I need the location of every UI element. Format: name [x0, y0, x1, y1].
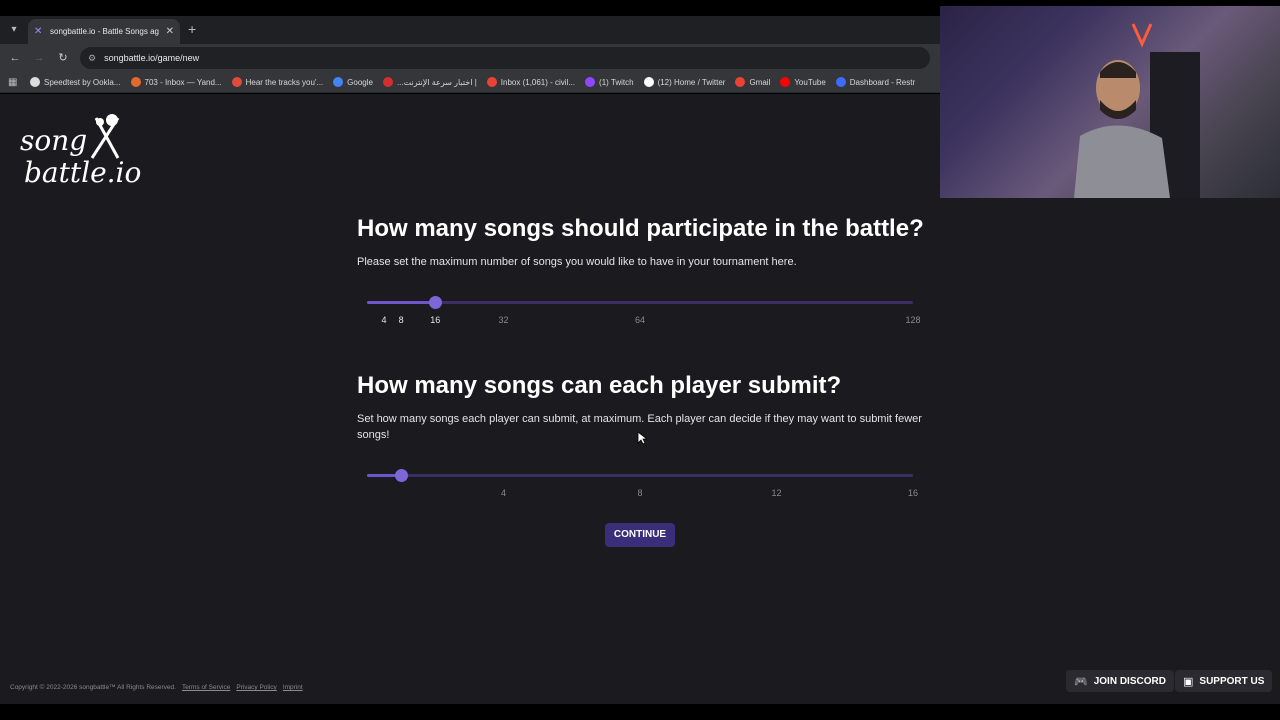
slider-mark-label[interactable]: 128 [905, 315, 920, 325]
bookmark-item[interactable]: (12) Home / Twitter [643, 77, 726, 87]
continue-button[interactable]: CONTINUE [605, 523, 675, 547]
bookmark-label: Gmail [749, 77, 771, 87]
slider-mark-label[interactable]: 4 [501, 488, 506, 498]
bookmark-label: Speedtest by Ookla... [44, 77, 121, 87]
screen-bottom-border [0, 704, 1280, 720]
participants-slider[interactable]: 4 8 16 32 64 128 [367, 295, 921, 335]
footer: Copyright © 2022-2026 songbattle™ All Ri… [10, 684, 303, 691]
music-icon [231, 77, 242, 87]
tab-title: songbattle.io - Battle Songs ag [50, 27, 159, 36]
browser-tab-strip: ▾ ✕ songbattle.io - Battle Songs ag ✕ + [0, 16, 940, 44]
slider-mark-label[interactable]: 4 [382, 315, 387, 325]
apps-grid-icon[interactable]: ▦ [8, 77, 20, 88]
submissions-slider[interactable]: 4 8 12 16 [367, 468, 918, 508]
bookmark-item[interactable]: Hear the tracks you'... [231, 77, 324, 87]
bookmark-item[interactable]: (1) Twitch [585, 77, 634, 87]
twitch-support-icon: ▣ [1183, 675, 1194, 688]
webcam-overlay [940, 6, 1280, 198]
slider-thumb[interactable] [395, 469, 409, 482]
support-us-button[interactable]: ▣ SUPPORT US [1175, 670, 1273, 692]
songbattle-favicon-icon: ✕ [34, 25, 43, 37]
address-bar[interactable]: ⚙ songbattle.io/game/new [80, 47, 930, 69]
site-info-icon[interactable]: ⚙ [88, 53, 96, 64]
bookmark-label: Dashboard - Restr [849, 77, 916, 87]
songbattle-logo[interactable]: song battle.io [20, 112, 160, 192]
logo-text-line1: song [20, 124, 88, 157]
copyright-text: Copyright © 2022-2026 songbattle™ All Ri… [10, 684, 176, 691]
bookmark-label: Hear the tracks you'... [245, 77, 324, 87]
slider-mark-label[interactable]: 8 [399, 315, 404, 325]
bookmark-label: YouTube [794, 77, 826, 87]
tab-close-icon[interactable]: ✕ [166, 26, 174, 37]
browser-tab[interactable]: ✕ songbattle.io - Battle Songs ag ✕ [28, 19, 180, 44]
slider-mark-label[interactable]: 16 [430, 315, 440, 325]
slider-mark-label[interactable]: 64 [635, 315, 645, 325]
gmail-icon [486, 77, 497, 87]
support-us-label: SUPPORT US [1199, 675, 1265, 687]
join-discord-button[interactable]: 🎮 JOIN DISCORD [1066, 670, 1174, 692]
bookmark-label: (12) Home / Twitter [657, 77, 726, 87]
streamer-silhouette [1074, 52, 1200, 198]
bookmark-item[interactable]: Google [333, 77, 373, 87]
bookmark-item[interactable]: Dashboard - Restr [835, 77, 916, 87]
url-text: songbattle.io/game/new [104, 53, 200, 63]
slider-rail [367, 474, 913, 477]
bookmark-item[interactable]: Inbox (1,061) - civil... [486, 77, 576, 87]
slider-mark-label[interactable]: 16 [908, 488, 918, 498]
youtube-icon [780, 77, 791, 87]
new-tab-icon[interactable]: + [188, 22, 196, 36]
bookmark-label: ...اختبار سرعة الإنترنت | [396, 77, 477, 87]
slider-track [367, 301, 436, 304]
privacy-link[interactable]: Privacy Policy [236, 684, 276, 691]
speed-icon [382, 77, 393, 87]
google-icon [333, 77, 344, 87]
gmail-icon [735, 77, 746, 87]
slider-mark-label[interactable]: 8 [637, 488, 642, 498]
neon-logo-icon [1131, 23, 1153, 48]
bookmark-label: 703 - Inbox — Yand... [144, 77, 222, 87]
slider-mark-label[interactable]: 12 [771, 488, 781, 498]
twitch-icon [585, 77, 596, 87]
forward-icon[interactable]: → [32, 51, 46, 65]
bookmark-item[interactable]: YouTube [780, 77, 826, 87]
imprint-link[interactable]: Imprint [283, 684, 303, 691]
slider-rail [367, 301, 913, 304]
join-discord-label: JOIN DISCORD [1093, 675, 1166, 687]
submissions-heading: How many songs can each player submit? [357, 372, 842, 399]
mouse-cursor-icon [637, 431, 647, 445]
bookmark-item[interactable]: Gmail [735, 77, 770, 87]
discord-icon: 🎮 [1074, 675, 1088, 688]
participants-description: Please set the maximum number of songs y… [357, 256, 797, 268]
speedtest-icon [30, 77, 40, 87]
browser-toolbar: ← → ↻ ⚙ songbattle.io/game/new [0, 44, 940, 72]
bookmark-label: Inbox (1,061) - civil... [500, 77, 576, 87]
back-icon[interactable]: ← [8, 51, 22, 65]
participants-section: How many songs should participate in the… [357, 214, 927, 270]
bookmark-item[interactable]: Speedtest by Ookla... [30, 77, 121, 87]
bookmarks-bar: ▦ Speedtest by Ookla... 703 - Inbox — Yan… [0, 72, 940, 93]
bookmark-label: (1) Twitch [599, 77, 634, 87]
logo-text-line2: battle.io [24, 156, 142, 189]
bookmark-item[interactable]: ...اختبار سرعة الإنترنت | [382, 77, 477, 87]
bookmark-label: Google [347, 77, 373, 87]
x-icon [643, 77, 654, 87]
microphone-cross-icon [90, 114, 120, 159]
participants-heading: How many songs should participate in the… [357, 215, 924, 242]
restream-icon [835, 77, 846, 87]
yandex-mail-icon [130, 77, 141, 87]
tab-search-icon[interactable]: ▾ [6, 22, 22, 38]
terms-link[interactable]: Terms of Service [182, 684, 230, 691]
slider-mark-label[interactable]: 32 [498, 315, 508, 325]
slider-thumb[interactable] [429, 296, 443, 309]
bookmark-item[interactable]: 703 - Inbox — Yand... [130, 77, 222, 87]
reload-icon[interactable]: ↻ [56, 51, 70, 65]
